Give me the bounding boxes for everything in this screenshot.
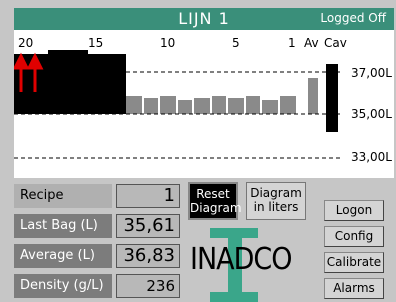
history-bar bbox=[262, 100, 278, 114]
scale-label-current: Cav bbox=[324, 36, 347, 50]
average-bar bbox=[308, 78, 318, 114]
average-label: Average (L) bbox=[14, 244, 112, 268]
history-bar bbox=[212, 96, 226, 114]
history-bar bbox=[178, 100, 192, 114]
level-label: 37,00L bbox=[348, 66, 392, 80]
density-label: Density (g/L) bbox=[14, 274, 112, 298]
history-bar bbox=[144, 98, 158, 114]
alarms-button[interactable]: Alarms bbox=[324, 278, 384, 299]
history-bar bbox=[246, 96, 260, 114]
scale-label: 15 bbox=[88, 36, 104, 50]
logo-text: INADCO bbox=[190, 242, 292, 277]
recipe-label: Recipe bbox=[14, 184, 112, 208]
scale-label: 10 bbox=[160, 36, 176, 50]
login-status: Logged Off bbox=[320, 11, 386, 25]
title-bar: LIJN 1 Logged Off bbox=[14, 8, 394, 30]
calibrate-button[interactable]: Calibrate bbox=[324, 252, 384, 273]
app-window: LIJN 1 Logged Off 20 15 10 5 1 Av Cav 37… bbox=[0, 0, 396, 302]
level-label: 33,00L bbox=[348, 150, 392, 164]
history-bar bbox=[228, 98, 244, 114]
scale-label: 5 bbox=[232, 36, 240, 50]
company-logo: INADCO bbox=[190, 224, 292, 302]
current-bar bbox=[326, 64, 338, 132]
history-bar bbox=[160, 96, 176, 114]
recipe-value[interactable]: 1 bbox=[116, 184, 180, 208]
scale-label: 20 bbox=[18, 36, 34, 50]
average-value: 36,83 bbox=[116, 244, 180, 268]
density-value: 236 bbox=[116, 274, 180, 298]
diagram-liters-button[interactable]: Diagram in liters bbox=[246, 182, 306, 220]
scale-label: 1 bbox=[288, 36, 296, 50]
scale-label-average: Av bbox=[304, 36, 319, 50]
history-bar bbox=[194, 98, 210, 114]
history-bar-dark-peak bbox=[48, 50, 88, 56]
last-bag-value: 35,61 bbox=[116, 214, 180, 238]
chart-canvas bbox=[14, 50, 340, 159]
bag-weight-chart: 20 15 10 5 1 Av Cav 37,00L 35,00L 33,00L bbox=[14, 30, 394, 178]
reset-diagram-button[interactable]: Reset Diagram bbox=[188, 182, 242, 220]
history-bar bbox=[126, 96, 142, 114]
level-label: 35,00L bbox=[348, 107, 392, 121]
history-bar bbox=[280, 96, 296, 114]
logon-button[interactable]: Logon bbox=[324, 200, 384, 221]
config-button[interactable]: Config bbox=[324, 226, 384, 247]
control-panel: Recipe 1 Last Bag (L) 35,61 Average (L) … bbox=[14, 178, 396, 302]
last-bag-label: Last Bag (L) bbox=[14, 214, 112, 238]
